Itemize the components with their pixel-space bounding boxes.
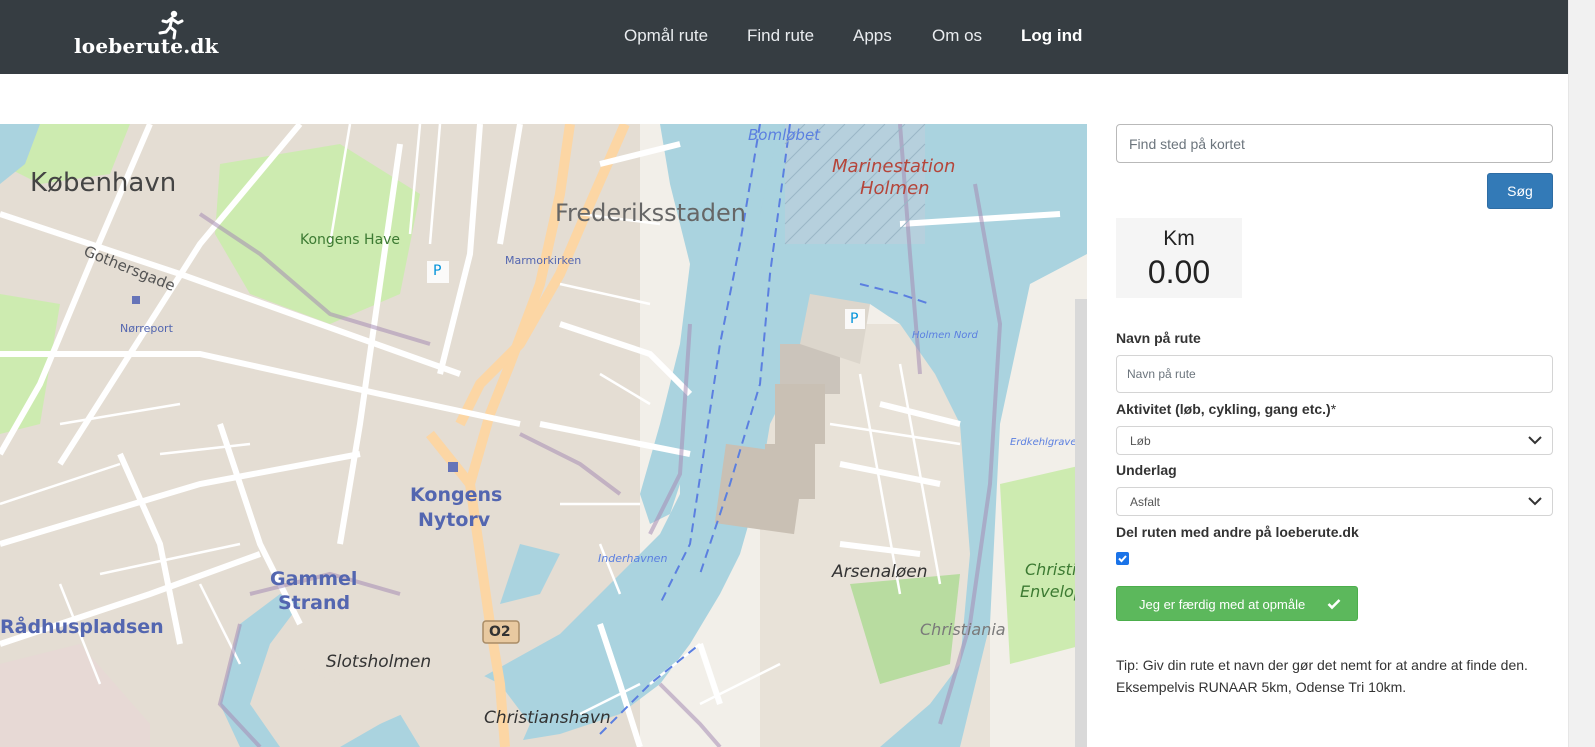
map-label-holmen-nord: Holmen Nord xyxy=(912,330,978,341)
chevron-down-icon xyxy=(1528,497,1542,506)
finish-measuring-label: Jeg er færdig med at opmåle xyxy=(1139,597,1306,612)
chevron-down-icon xyxy=(1528,436,1542,445)
surface-label: Underlag xyxy=(1116,462,1177,478)
surface-select[interactable]: Asfalt xyxy=(1116,487,1553,516)
map-label-square-1: Kongens xyxy=(410,484,503,506)
map-label-station: Nørreport xyxy=(120,322,173,335)
map-label-stop-1: Gammel xyxy=(270,568,358,590)
parking-icon: P xyxy=(433,263,442,279)
finish-measuring-button[interactable]: Jeg er færdig med at opmåle xyxy=(1116,586,1358,621)
find-place-input[interactable] xyxy=(1116,124,1553,163)
map-label-church: Marmorkirken xyxy=(505,254,582,267)
map-label-channel: Bomløbet xyxy=(748,126,821,144)
activity-select[interactable]: Løb xyxy=(1116,426,1553,455)
logo-text: loeberute.dk xyxy=(74,34,219,58)
map-label-district: Frederiksstaden xyxy=(555,199,746,227)
share-label: Del ruten med andre på loeberute.dk xyxy=(1116,524,1359,540)
map-scrollbar[interactable] xyxy=(1075,299,1087,747)
map-label-road-number: O2 xyxy=(489,624,511,640)
map-label-marinestation-1: Marinestation xyxy=(832,156,956,177)
distance-box: Km 0.00 xyxy=(1116,218,1242,298)
page-scrollbar[interactable] xyxy=(1568,0,1595,747)
nav-apps[interactable]: Apps xyxy=(853,26,892,46)
map-label-park: Kongens Have xyxy=(300,232,401,248)
search-button[interactable]: Søg xyxy=(1487,173,1553,209)
route-name-label: Navn på rute xyxy=(1116,330,1201,346)
map-label-stop-2: Strand xyxy=(278,592,351,614)
check-icon xyxy=(1327,599,1341,610)
nav-find-route[interactable]: Find rute xyxy=(747,26,814,46)
map-label-neighbourhood: Christianshavn xyxy=(484,708,611,728)
top-navbar: loeberute.dk Opmål rute Find rute Apps O… xyxy=(0,0,1568,74)
share-checkbox[interactable] xyxy=(1116,552,1129,565)
map-label-moat: Erdkehlgraven xyxy=(1010,437,1083,448)
map-label-island: Slotsholmen xyxy=(326,652,432,672)
route-name-input[interactable] xyxy=(1116,355,1553,393)
activity-label-text: Aktivitet (løb, cykling, gang etc.) xyxy=(1116,401,1331,417)
map-label-city: København xyxy=(30,168,177,198)
route-map[interactable]: København Gothersgade Kongens Have Nørre… xyxy=(0,124,1087,747)
map-label-harbour: Inderhavnen xyxy=(598,552,668,565)
map-label-cityhall: Rådhuspladsen xyxy=(0,616,164,638)
map-label-marinestation-2: Holmen xyxy=(860,178,930,199)
distance-unit: Km xyxy=(1163,227,1195,250)
map-label-square-2: Nytorv xyxy=(418,509,491,531)
map-canvas xyxy=(0,124,1087,747)
nav-about[interactable]: Om os xyxy=(932,26,982,46)
nav-login[interactable]: Log ind xyxy=(1021,26,1082,46)
tip-text: Tip: Giv din rute et navn der gør det ne… xyxy=(1116,657,1528,695)
activity-label: Aktivitet (løb, cykling, gang etc.)* xyxy=(1116,401,1336,417)
parking-icon: P xyxy=(850,311,859,327)
distance-value: 0.00 xyxy=(1147,254,1211,290)
activity-select-value: Løb xyxy=(1130,434,1151,448)
checkmark-icon xyxy=(1118,555,1127,563)
map-label-christiania: Christiania xyxy=(920,620,1006,639)
nav-measure-route[interactable]: Opmål rute xyxy=(624,26,708,46)
map-label-arsenal: Arsenaløen xyxy=(832,562,928,582)
surface-select-value: Asfalt xyxy=(1130,495,1161,509)
required-marker: * xyxy=(1330,401,1337,417)
site-logo[interactable]: loeberute.dk xyxy=(74,10,218,60)
